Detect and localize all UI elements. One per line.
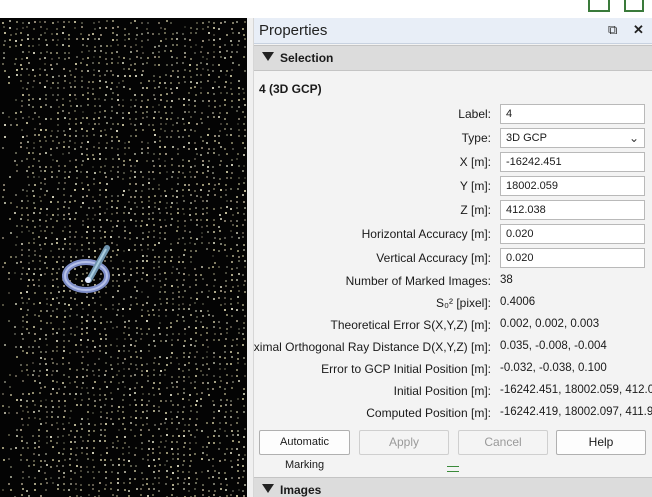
z-field[interactable]: 412.038 (500, 200, 645, 220)
x-field-label: X [m]: (459, 155, 491, 169)
s0-label: S₀² [pixel]: (436, 296, 491, 310)
selection-section-label: Selection (280, 51, 334, 65)
vertical-accuracy-label: Vertical Accuracy [m]: (376, 251, 491, 265)
toolbar-icon-1[interactable] (588, 0, 610, 12)
splitter-grip-icon (447, 466, 459, 472)
object-title: 4 (3D GCP) (259, 82, 322, 96)
toolbar-icon-2[interactable] (624, 0, 644, 12)
label-field[interactable]: 4 (500, 104, 645, 124)
z-field-label: Z [m]: (460, 203, 491, 217)
panel-splitter[interactable] (254, 464, 652, 472)
restore-icon[interactable]: ⧉ (608, 22, 617, 38)
triangle-down-icon (262, 484, 274, 493)
properties-title-bar: Properties ⧉ ✕ (254, 18, 652, 44)
images-section-label: Images (280, 483, 322, 497)
chevron-down-icon: ⌄ (628, 131, 639, 145)
s0-value: 0.4006 (500, 296, 536, 308)
horizontal-accuracy-label: Horizontal Accuracy [m]: (361, 227, 491, 241)
point-cloud (2, 20, 246, 497)
type-field-label: Type: (461, 131, 491, 145)
type-select[interactable]: 3D GCP ⌄ (500, 128, 645, 148)
max-ray-distance-label: Maximal Orthogonal Ray Distance D(X,Y,Z)… (253, 340, 491, 354)
marked-images-label: Number of Marked Images: (345, 274, 491, 288)
error-initial-value: -0.032, -0.038, 0.100 (500, 362, 607, 374)
gcp-marker-icon[interactable] (62, 240, 122, 310)
x-field[interactable]: -16242.451 (500, 152, 645, 172)
cancel-button[interactable]: Cancel (458, 430, 548, 455)
selection-section-header[interactable]: Selection (254, 45, 652, 71)
3d-viewport[interactable] (0, 18, 247, 497)
max-ray-distance-value: 0.035, -0.008, -0.004 (500, 340, 607, 352)
images-section-header[interactable]: Images (254, 477, 652, 497)
y-field[interactable]: 18002.059 (500, 176, 645, 196)
close-icon[interactable]: ✕ (633, 22, 644, 38)
top-toolbar-strip (0, 0, 652, 18)
automatic-marking-button[interactable]: Automatic Marking (259, 430, 350, 471)
error-initial-label: Error to GCP Initial Position [m]: (321, 362, 491, 376)
theoretical-error-value: 0.002, 0.002, 0.003 (500, 318, 600, 330)
label-field-label: Label: (458, 107, 491, 121)
initial-position-label: Initial Position [m]: (393, 384, 491, 398)
type-select-value: 3D GCP (506, 132, 547, 144)
triangle-down-icon (262, 52, 274, 61)
vertical-accuracy-field[interactable]: 0.020 (500, 248, 645, 268)
y-field-label: Y [m]: (459, 179, 491, 193)
computed-position-label: Computed Position [m]: (366, 406, 491, 420)
panel-title: Properties (259, 22, 328, 39)
properties-panel: Properties ⧉ ✕ Selection 4 (3D GCP) Labe… (253, 18, 652, 497)
initial-position-value: -16242.451, 18002.059, 412.038 (500, 384, 652, 396)
computed-position-value: -16242.419, 18002.097, 411.938 (500, 406, 652, 418)
theoretical-error-label: Theoretical Error S(X,Y,Z) [m]: (330, 318, 491, 332)
marked-images-value: 38 (500, 274, 513, 286)
help-button[interactable]: Help (556, 430, 646, 455)
horizontal-accuracy-field[interactable]: 0.020 (500, 224, 645, 244)
apply-button[interactable]: Apply (359, 430, 449, 455)
